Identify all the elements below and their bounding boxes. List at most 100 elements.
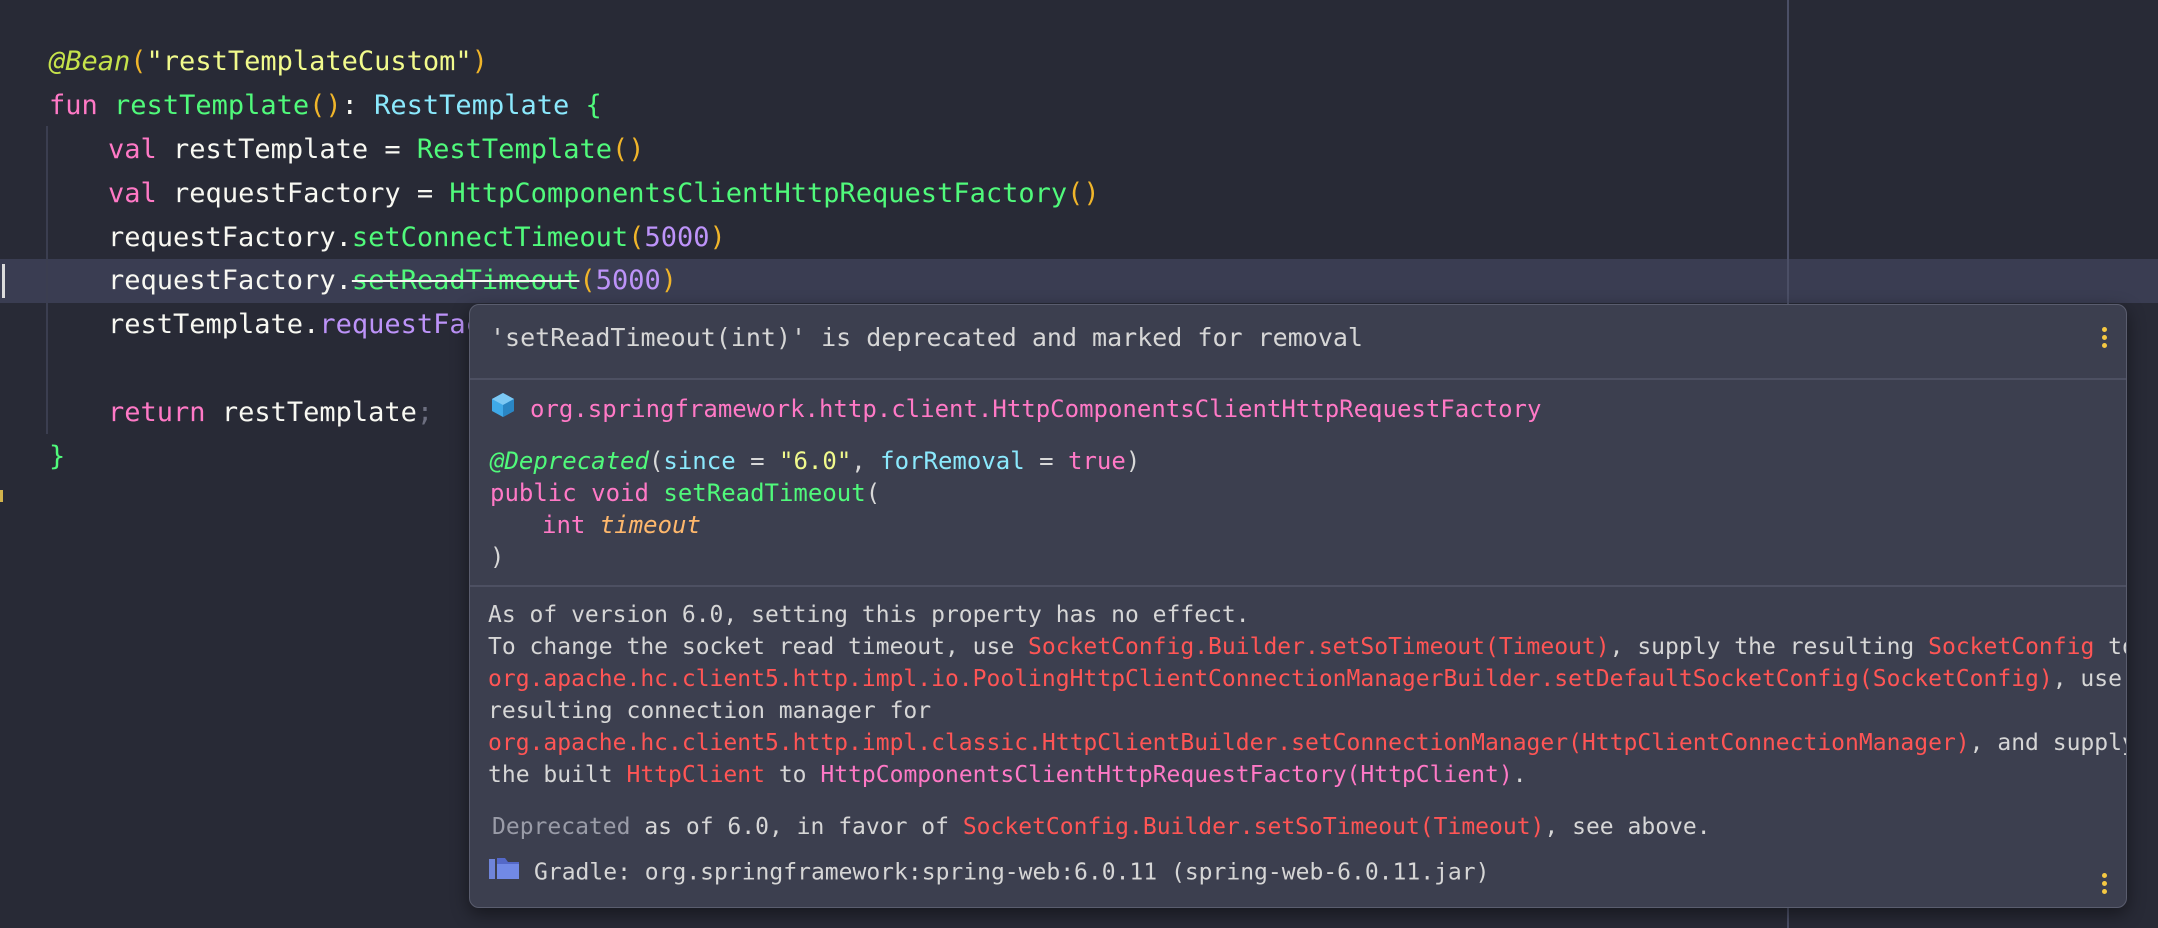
param-name-token: timeout xyxy=(599,511,701,539)
semicolon-token: ; xyxy=(416,397,434,428)
description-line-1: As of version 6.0, setting this property… xyxy=(488,602,1250,628)
paren-token: ) xyxy=(471,46,488,77)
paren-token: ) xyxy=(709,222,726,253)
description-text: , use the xyxy=(2052,666,2122,692)
type-token: RestTemplate xyxy=(374,90,570,121)
modifier-token: public void xyxy=(490,479,664,507)
description-text: to xyxy=(2108,634,2126,660)
divider xyxy=(470,585,2126,587)
method-call-token: setConnectTimeout xyxy=(351,222,629,253)
string-token: "restTemplateCustom" xyxy=(146,46,472,77)
deprecated-method-call[interactable]: setReadTimeout xyxy=(352,265,580,296)
keyword-token: fun xyxy=(49,90,98,121)
description-text: , see above. xyxy=(1544,814,1711,840)
operator-token: = xyxy=(735,447,780,475)
function-name-token: restTemplate xyxy=(114,90,310,121)
doc-link[interactable]: SocketConfig.Builder.setSoTimeout(Timeou… xyxy=(1028,634,1610,660)
number-token: 5000 xyxy=(644,222,710,253)
gutter-change-marker xyxy=(0,490,3,502)
paren-token: ( xyxy=(648,447,664,475)
doc-link[interactable]: HttpClient xyxy=(626,762,764,788)
description-text: , supply the resulting xyxy=(1609,634,1929,660)
paren-token: () xyxy=(611,134,645,165)
code-line-5: requestFactory.setConnectTimeout(5000) xyxy=(108,216,726,260)
library-folder-icon xyxy=(488,855,520,891)
operator-token: = xyxy=(400,178,450,209)
colon-token: : xyxy=(341,90,375,121)
param-key: forRemoval xyxy=(880,447,1025,475)
doc-link[interactable]: org.apache.hc.client5.http.impl.classic.… xyxy=(488,730,1970,756)
doc-link[interactable]: SocketConfig.Builder.setSoTimeout(Timeou… xyxy=(963,814,1545,840)
signature-method-line: public void setReadTimeout( xyxy=(490,477,880,509)
annotation-token: @Bean xyxy=(49,46,131,77)
brace-token: } xyxy=(49,441,66,472)
class-name-link[interactable]: org.springframework.http.client.HttpComp… xyxy=(530,395,1541,423)
variable-token: restTemplate xyxy=(173,134,369,165)
keyword-token: return xyxy=(108,397,206,428)
method-name-token: setReadTimeout xyxy=(663,479,866,507)
doc-link[interactable]: HttpComponentsClientHttpRequestFactory(H… xyxy=(820,762,1512,788)
paren-token: ( xyxy=(628,222,645,253)
signature-annotation-line: @Deprecated(since = "6.0", forRemoval = … xyxy=(490,445,1140,477)
variable-token: requestFactory xyxy=(173,178,401,209)
paren-token: ( xyxy=(579,265,596,296)
param-type-token: int xyxy=(542,511,586,539)
code-line-10: } xyxy=(49,435,65,479)
quick-documentation-popup[interactable]: 'setReadTimeout(int)' is deprecated and … xyxy=(469,304,2127,908)
comma-token: , xyxy=(851,447,881,475)
description-line-5: org.apache.hc.client5.http.impl.classic.… xyxy=(488,727,2127,759)
paren-token: () xyxy=(309,90,342,121)
doc-link[interactable]: org.apache.hc.client5.http.impl.io.Pooli… xyxy=(488,666,2053,692)
keyword-token: val xyxy=(108,134,157,165)
signature-param-line: int timeout xyxy=(542,509,701,541)
description-text: the built xyxy=(488,762,627,788)
receiver-token: requestFactory. xyxy=(108,265,352,296)
description-text: , and supply xyxy=(1969,730,2127,756)
signature-end-line: ) xyxy=(490,543,505,571)
receiver-token: requestFactory. xyxy=(108,222,352,253)
deprecated-label: Deprecated xyxy=(492,814,631,840)
paren-token: ( xyxy=(865,479,881,507)
divider xyxy=(470,378,2126,380)
code-line-7: restTemplate.requestFact xyxy=(108,303,498,347)
brace-token: { xyxy=(585,90,602,121)
deprecated-note: Deprecated as of 6.0, in favor of Socket… xyxy=(492,811,1711,843)
library-source-row: Gradle: org.springframework:spring-web:6… xyxy=(488,855,1489,889)
more-options-icon[interactable] xyxy=(2098,327,2110,353)
number-token: 5000 xyxy=(595,265,661,296)
description-text: . xyxy=(1512,762,1527,788)
boolean-token: true xyxy=(1068,447,1126,475)
description-text: as of 6.0, in favor of xyxy=(630,814,963,840)
keyword-token: val xyxy=(108,178,157,209)
variable-token: restTemplate xyxy=(221,397,417,428)
annotation-token[interactable]: @Deprecated xyxy=(490,447,649,475)
paren-token: ) xyxy=(1125,447,1141,475)
constructor-token: HttpComponentsClientHttpRequestFactory xyxy=(449,178,1068,209)
description-line-3: org.apache.hc.client5.http.impl.io.Pooli… xyxy=(488,663,2126,695)
string-token: "6.0" xyxy=(779,447,852,475)
popup-title: 'setReadTimeout(int)' is deprecated and … xyxy=(490,323,1363,352)
description-line-4: resulting connection manager for xyxy=(488,698,932,724)
constructor-token: RestTemplate xyxy=(416,134,612,165)
code-line-1: @Bean("restTemplateCustom") xyxy=(49,40,488,84)
description-line-2: To change the socket read timeout, use S… xyxy=(488,631,2126,663)
param-key: since xyxy=(663,447,736,475)
receiver-token: restTemplate. xyxy=(108,309,320,340)
class-reference[interactable]: org.springframework.http.client.HttpComp… xyxy=(490,391,1541,427)
operator-token: = xyxy=(1024,447,1069,475)
library-source-text: Gradle: org.springframework:spring-web:6… xyxy=(534,859,1490,886)
paren-token: ) xyxy=(660,265,677,296)
paren-token: ( xyxy=(130,46,147,77)
code-line-9: return restTemplate; xyxy=(108,391,433,435)
description-line-6: the built HttpClient to HttpComponentsCl… xyxy=(488,759,1527,791)
doc-link[interactable]: SocketConfig xyxy=(1928,634,2094,660)
operator-token: = xyxy=(368,134,417,165)
code-line-3: val restTemplate = RestTemplate() xyxy=(108,128,645,172)
description-text: To change the socket read timeout, use xyxy=(488,634,1029,660)
description-text: to xyxy=(764,762,821,788)
code-line-6: requestFactory.setReadTimeout(5000) xyxy=(108,259,677,303)
indent-guide xyxy=(46,126,48,434)
paren-token: () xyxy=(1067,178,1100,209)
code-line-2: fun restTemplate(): RestTemplate { xyxy=(49,84,602,128)
more-options-icon[interactable] xyxy=(2098,873,2110,899)
